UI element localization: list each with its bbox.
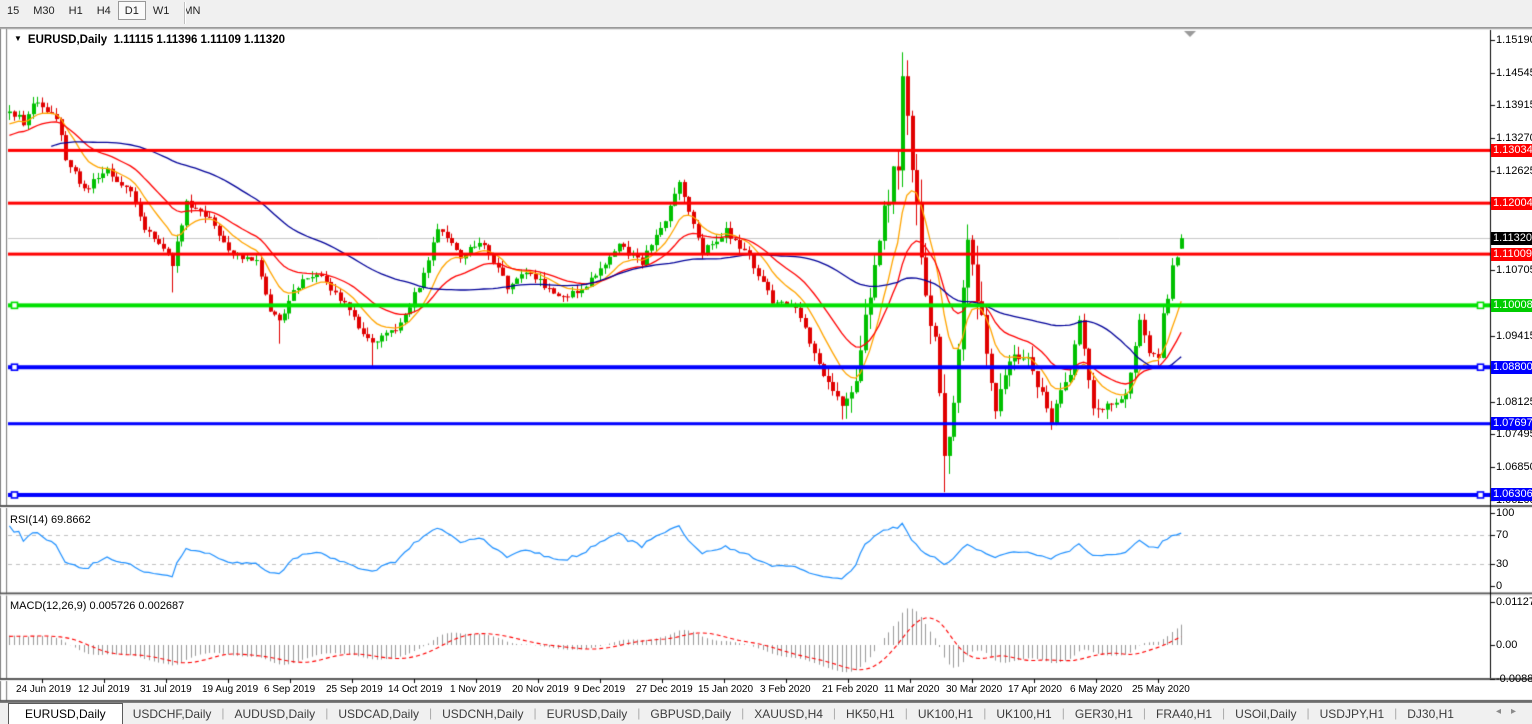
timeframe-button-mn[interactable]: MN bbox=[176, 1, 207, 20]
date-tick-label: 14 Oct 2019 bbox=[388, 684, 442, 695]
date-tick-label: 19 Aug 2019 bbox=[202, 684, 258, 695]
price-line-label: 1.10008 bbox=[1491, 299, 1532, 312]
price-tick-label: 1.08125 bbox=[1496, 396, 1532, 408]
chart-dropdown-icon[interactable]: ▼ bbox=[14, 34, 22, 43]
tab-eurusd-daily[interactable]: EURUSD,Daily bbox=[8, 703, 123, 724]
tab-usdchf-daily[interactable]: USDCHF,Daily bbox=[123, 703, 222, 724]
rsi-tick-label: 0 bbox=[1496, 580, 1502, 592]
price-line-label: 1.07697 bbox=[1491, 417, 1532, 430]
tab-scroll-left-icon[interactable]: ◂ bbox=[1496, 706, 1511, 717]
rsi-tick-label: 100 bbox=[1496, 507, 1514, 519]
rsi-label: RSI(14) 69.8662 bbox=[10, 514, 91, 526]
tab-xauusd-h4[interactable]: XAUUSD,H4 bbox=[744, 703, 833, 724]
price-tick-label: 1.06850 bbox=[1496, 461, 1532, 473]
tab-audusd-daily[interactable]: AUDUSD,Daily bbox=[225, 703, 326, 724]
chart-title: ▼ EURUSD,Daily 1.11115 1.11396 1.11109 1.… bbox=[14, 34, 285, 46]
date-tick-label: 12 Jul 2019 bbox=[78, 684, 130, 695]
date-tick-label: 21 Feb 2020 bbox=[822, 684, 878, 695]
timeframe-button-h1[interactable]: H1 bbox=[62, 1, 90, 20]
chart-tab-bar: EURUSD,DailyUSDCHF,Daily|AUDUSD,Daily|US… bbox=[0, 702, 1532, 724]
timeframe-button-d1[interactable]: D1 bbox=[118, 1, 146, 20]
toolbar-separator bbox=[184, 2, 186, 24]
price-line-label: 1.06306 bbox=[1491, 488, 1532, 501]
date-tick-label: 3 Feb 2020 bbox=[760, 684, 811, 695]
chart-canvas[interactable] bbox=[0, 0, 1532, 724]
date-tick-label: 1 Nov 2019 bbox=[450, 684, 501, 695]
chart-symbol-label: EURUSD,Daily bbox=[28, 34, 107, 46]
tab-hk50-h1[interactable]: HK50,H1 bbox=[836, 703, 905, 724]
date-tick-label: 24 Jun 2019 bbox=[16, 684, 71, 695]
tab-gbpusd-daily[interactable]: GBPUSD,Daily bbox=[640, 703, 741, 724]
timeframe-button-m30[interactable]: M30 bbox=[26, 1, 61, 20]
mt4-window: 15M30H1H4D1W1MN ▼ EURUSD,Daily 1.11115 1.… bbox=[0, 0, 1532, 724]
timeframe-button-w1[interactable]: W1 bbox=[146, 1, 177, 20]
price-axis[interactable]: 1.15190 1.14545 1.13915 1.13270 1.12625 1.107… bbox=[1491, 30, 1532, 506]
price-tick-label: 1.15190 bbox=[1496, 34, 1532, 46]
tab-ger30-h1[interactable]: GER30,H1 bbox=[1065, 703, 1143, 724]
tab-usdjpy-h1[interactable]: USDJPY,H1 bbox=[1310, 703, 1394, 724]
timeframe-toolbar: 15M30H1H4D1W1MN bbox=[0, 0, 1532, 28]
tab-fra40-h1[interactable]: FRA40,H1 bbox=[1146, 703, 1222, 724]
macd-tick-label: -0.008845 bbox=[1496, 673, 1532, 685]
date-tick-label: 30 Mar 2020 bbox=[946, 684, 1002, 695]
tab-eurusd-daily[interactable]: EURUSD,Daily bbox=[537, 703, 638, 724]
chart-ohlc-values: 1.11115 1.11396 1.11109 1.11320 bbox=[114, 34, 285, 46]
date-tick-label: 20 Nov 2019 bbox=[512, 684, 569, 695]
rsi-tick-label: 30 bbox=[1496, 558, 1508, 570]
price-line-label: 1.11320 bbox=[1491, 232, 1532, 245]
timeframe-buttons: 15M30H1H4D1W1MN bbox=[0, 1, 207, 18]
price-line-label: 1.11009 bbox=[1491, 248, 1532, 261]
price-line-label: 1.08800 bbox=[1491, 361, 1532, 374]
price-tick-label: 1.12625 bbox=[1496, 165, 1532, 177]
date-tick-label: 25 May 2020 bbox=[1132, 684, 1190, 695]
price-tick-label: 1.13270 bbox=[1496, 132, 1532, 144]
date-tick-label: 9 Dec 2019 bbox=[574, 684, 625, 695]
price-line-label: 1.13034 bbox=[1491, 144, 1532, 157]
tab-scroll-arrows: ◂▸ bbox=[1496, 706, 1526, 717]
tab-uk100-h1[interactable]: UK100,H1 bbox=[986, 703, 1061, 724]
date-tick-label: 6 May 2020 bbox=[1070, 684, 1122, 695]
price-tick-label: 1.09415 bbox=[1496, 330, 1532, 342]
price-tick-label: 1.14545 bbox=[1496, 67, 1532, 79]
price-line-label: 1.12004 bbox=[1491, 197, 1532, 210]
date-tick-label: 11 Mar 2020 bbox=[884, 684, 939, 695]
tab-usdcnh-daily[interactable]: USDCNH,Daily bbox=[432, 703, 533, 724]
date-tick-label: 6 Sep 2019 bbox=[264, 684, 315, 695]
date-tick-label: 17 Apr 2020 bbox=[1008, 684, 1062, 695]
tab-usdcad-daily[interactable]: USDCAD,Daily bbox=[328, 703, 429, 724]
macd-tick-label: 0.00 bbox=[1496, 639, 1517, 651]
tab-usoil-daily[interactable]: USOil,Daily bbox=[1225, 703, 1306, 724]
timeframe-button-15[interactable]: 15 bbox=[0, 1, 26, 20]
price-tick-label: 1.13915 bbox=[1496, 99, 1532, 111]
date-tick-label: 31 Jul 2019 bbox=[140, 684, 192, 695]
date-tick-label: 15 Jan 2020 bbox=[698, 684, 753, 695]
price-tick-label: 1.10705 bbox=[1496, 264, 1532, 276]
timeframe-button-h4[interactable]: H4 bbox=[90, 1, 118, 20]
macd-tick-label: 0.011277 bbox=[1496, 596, 1532, 608]
date-tick-label: 25 Sep 2019 bbox=[326, 684, 383, 695]
tab-scroll-right-icon[interactable]: ▸ bbox=[1511, 706, 1526, 717]
rsi-tick-label: 70 bbox=[1496, 529, 1508, 541]
tab-uk100-h1[interactable]: UK100,H1 bbox=[908, 703, 983, 724]
macd-label: MACD(12,26,9) 0.005726 0.002687 bbox=[10, 600, 184, 612]
tab-dj30-h1[interactable]: DJ30,H1 bbox=[1397, 703, 1464, 724]
date-tick-label: 27 Dec 2019 bbox=[636, 684, 693, 695]
